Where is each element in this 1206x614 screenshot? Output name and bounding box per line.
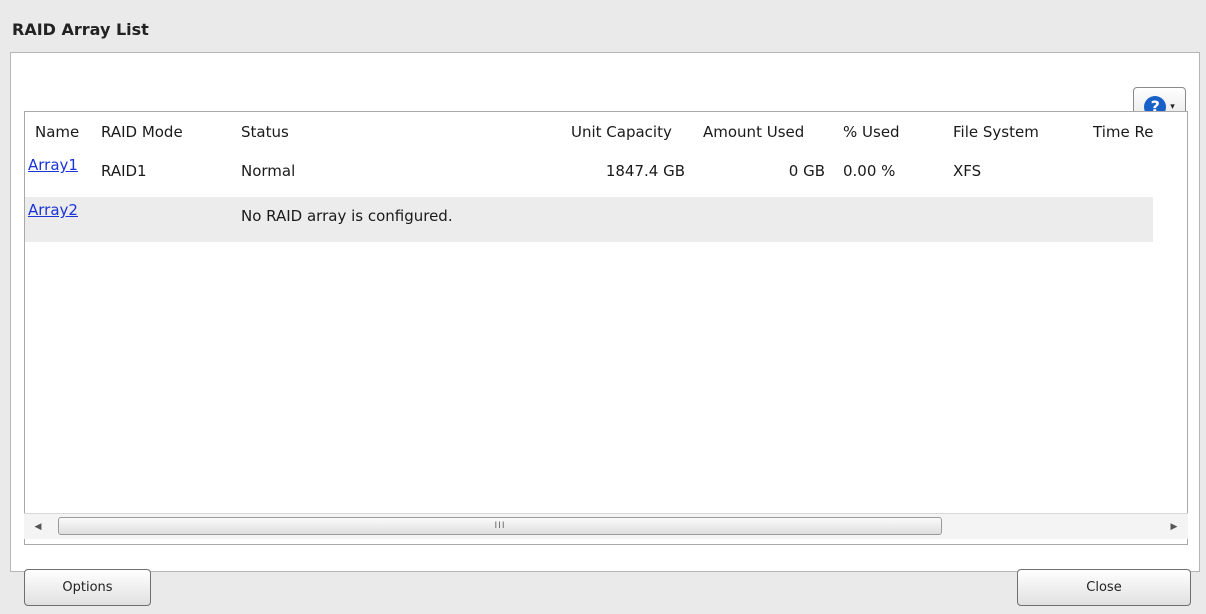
raid-mode-cell: RAID1 <box>101 162 147 180</box>
raid-array-table: Name RAID Mode Status Unit Capacity Amou… <box>24 111 1188 545</box>
raid-mode-cell <box>101 197 241 242</box>
unit-capacity-cell: 1847.4 GB <box>605 162 685 180</box>
chevron-down-icon: ▾ <box>1170 101 1175 112</box>
column-header-unit-capacity[interactable]: Unit Capacity <box>571 112 703 152</box>
scroll-left-icon[interactable]: ◀ <box>30 518 46 536</box>
horizontal-scrollbar[interactable]: ◀ III ▶ <box>24 513 1188 539</box>
percent-used-cell: 0.00 % <box>843 162 896 180</box>
column-header-name[interactable]: Name <box>25 112 101 152</box>
unit-capacity-cell <box>571 197 703 242</box>
table-row[interactable]: Array2 No RAID array is configured. <box>25 197 1154 242</box>
table-row[interactable]: Array1 RAID1 Normal 1847.4 GB 0 GB 0.00 … <box>25 152 1153 197</box>
scroll-right-icon[interactable]: ▶ <box>1166 518 1182 536</box>
column-header-status[interactable]: Status <box>241 112 571 152</box>
status-cell: No RAID array is configured. <box>241 207 453 225</box>
time-remaining-cell <box>1093 197 1153 242</box>
percent-used-cell <box>843 197 953 242</box>
column-header-raid-mode[interactable]: RAID Mode <box>101 112 241 152</box>
column-header-amount-used[interactable]: Amount Used <box>703 112 843 152</box>
status-cell: Normal <box>241 162 296 180</box>
scrollbar-thumb[interactable]: III <box>58 517 942 535</box>
column-header-time-remaining[interactable]: Time Re <box>1093 112 1153 152</box>
amount-used-cell <box>703 197 843 242</box>
array1-link[interactable]: Array1 <box>28 156 78 174</box>
close-button[interactable]: Close <box>1017 569 1191 606</box>
file-system-cell <box>953 197 1093 242</box>
page-title: RAID Array List <box>12 20 149 39</box>
array2-link[interactable]: Array2 <box>28 201 78 219</box>
amount-used-cell: 0 GB <box>788 162 825 180</box>
column-header-file-system[interactable]: File System <box>953 112 1093 152</box>
options-button[interactable]: Options <box>24 569 151 606</box>
file-system-cell: XFS <box>953 162 982 180</box>
table-header-row: Name RAID Mode Status Unit Capacity Amou… <box>25 112 1153 152</box>
time-remaining-cell <box>1093 152 1153 197</box>
column-header-percent-used[interactable]: % Used <box>843 112 953 152</box>
